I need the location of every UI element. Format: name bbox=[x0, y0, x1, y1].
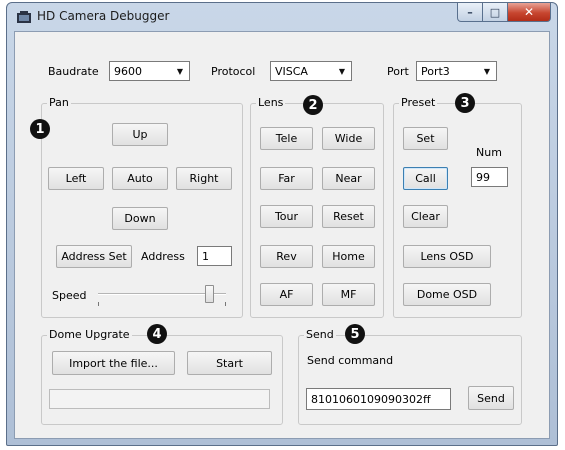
address-set-button[interactable]: Address Set bbox=[56, 245, 132, 268]
lens-mf-button[interactable]: MF bbox=[322, 283, 375, 306]
maximize-icon: □ bbox=[489, 5, 501, 19]
pan-left-button[interactable]: Left bbox=[48, 167, 104, 190]
lens-tele-button[interactable]: Tele bbox=[260, 127, 313, 150]
lens-tour-button[interactable]: Tour bbox=[260, 205, 313, 228]
lens-group-title: Lens bbox=[256, 96, 286, 109]
lens-rev-button[interactable]: Rev bbox=[260, 245, 313, 268]
port-value: Port3 bbox=[421, 65, 450, 78]
lens-wide-button[interactable]: Wide bbox=[322, 127, 375, 150]
baudrate-label: Baudrate bbox=[48, 65, 99, 78]
chevron-down-icon: ▼ bbox=[176, 66, 184, 76]
chevron-down-icon: ▼ bbox=[483, 66, 491, 76]
pan-right-button[interactable]: Right bbox=[176, 167, 232, 190]
protocol-value: VISCA bbox=[275, 65, 308, 78]
close-icon: ✕ bbox=[523, 5, 535, 19]
speed-slider-thumb[interactable] bbox=[205, 285, 214, 303]
preset-clear-button[interactable]: Clear bbox=[403, 205, 448, 228]
preset-num-input[interactable]: 99 bbox=[471, 167, 508, 187]
preset-callout-badge: 3 bbox=[455, 93, 475, 113]
import-file-button[interactable]: Import the file... bbox=[52, 351, 175, 375]
address-label: Address bbox=[141, 250, 185, 263]
caption-buttons: – □ ✕ bbox=[457, 3, 551, 23]
pan-up-button[interactable]: Up bbox=[112, 123, 168, 146]
lens-osd-button[interactable]: Lens OSD bbox=[403, 245, 491, 268]
upgrade-progress-bar bbox=[49, 389, 270, 409]
lens-callout-badge: 2 bbox=[303, 95, 323, 115]
chevron-down-icon: ▼ bbox=[338, 66, 346, 76]
pan-down-button[interactable]: Down bbox=[112, 207, 168, 230]
protocol-select[interactable]: VISCA ▼ bbox=[270, 61, 352, 81]
slider-tick-mark bbox=[98, 302, 99, 306]
preset-group-title: Preset bbox=[399, 96, 438, 109]
maximize-button[interactable]: □ bbox=[483, 3, 508, 22]
baudrate-select[interactable]: 9600 ▼ bbox=[109, 61, 190, 81]
minimize-icon: – bbox=[467, 5, 473, 19]
pan-auto-button[interactable]: Auto bbox=[112, 167, 168, 190]
port-label: Port bbox=[387, 65, 409, 78]
lens-far-button[interactable]: Far bbox=[260, 167, 313, 190]
send-command-label: Send command bbox=[307, 354, 394, 367]
pan-callout-badge: 1 bbox=[30, 119, 50, 139]
send-button[interactable]: Send bbox=[468, 386, 514, 410]
upgrade-callout-badge: 4 bbox=[147, 324, 167, 344]
send-group-title: Send bbox=[304, 328, 336, 341]
slider-tick-mark bbox=[225, 302, 226, 306]
address-input[interactable]: 1 bbox=[197, 246, 232, 266]
pan-group-title: Pan bbox=[47, 96, 71, 109]
baudrate-value: 9600 bbox=[114, 65, 142, 78]
preset-set-button[interactable]: Set bbox=[403, 127, 448, 150]
lens-home-button[interactable]: Home bbox=[322, 245, 375, 268]
port-select[interactable]: Port3 ▼ bbox=[416, 61, 497, 81]
speed-label: Speed bbox=[52, 289, 87, 302]
dome-upgrade-group: Dome Upgrate bbox=[41, 328, 283, 425]
upgrade-start-button[interactable]: Start bbox=[187, 351, 272, 375]
lens-af-button[interactable]: AF bbox=[260, 283, 313, 306]
dome-osd-button[interactable]: Dome OSD bbox=[403, 283, 491, 306]
close-button[interactable]: ✕ bbox=[508, 3, 551, 22]
title-bar[interactable]: HD Camera Debugger – □ ✕ bbox=[7, 3, 557, 31]
dome-upgrade-group-title: Dome Upgrate bbox=[47, 328, 132, 341]
lens-near-button[interactable]: Near bbox=[322, 167, 375, 190]
lens-reset-button[interactable]: Reset bbox=[322, 205, 375, 228]
send-group: Send bbox=[298, 328, 522, 425]
send-callout-badge: 5 bbox=[345, 324, 365, 344]
send-command-input[interactable]: 8101060109090302ff bbox=[306, 388, 451, 410]
window-title: HD Camera Debugger bbox=[37, 9, 170, 23]
protocol-label: Protocol bbox=[211, 65, 256, 78]
minimize-button[interactable]: – bbox=[457, 3, 483, 22]
camera-app-icon bbox=[17, 11, 31, 23]
num-label: Num bbox=[476, 146, 502, 159]
preset-call-button[interactable]: Call bbox=[403, 167, 448, 190]
